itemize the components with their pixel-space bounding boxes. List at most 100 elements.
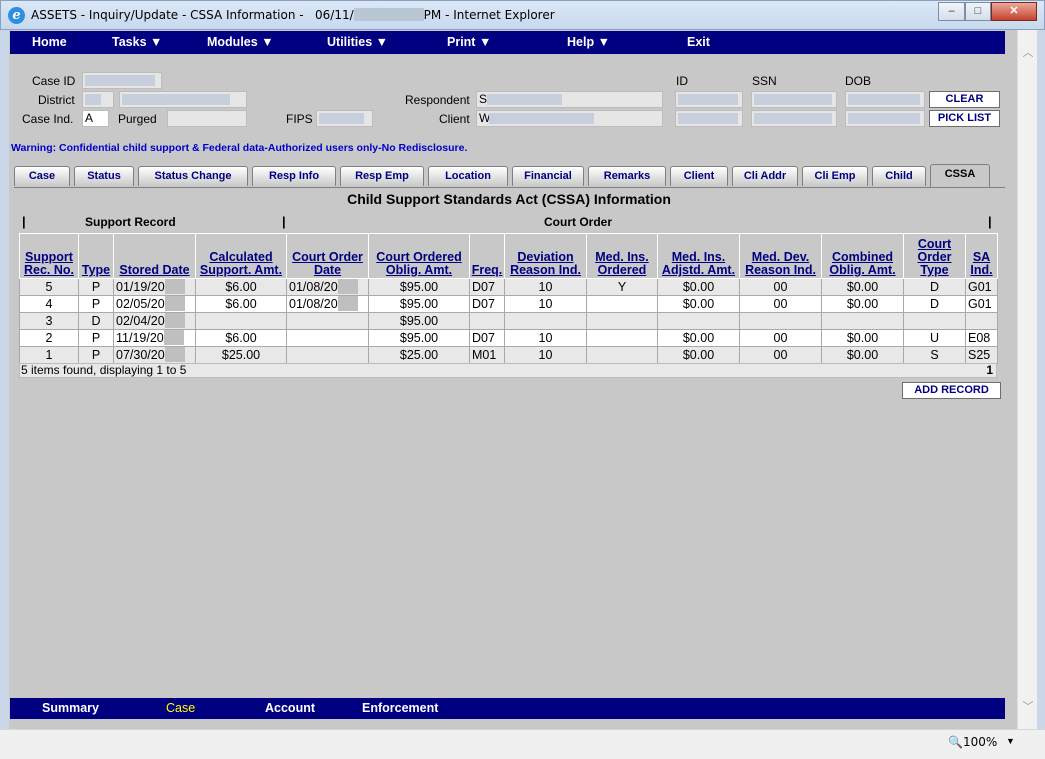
tab-case[interactable]: Case	[14, 166, 70, 186]
tab-cssa[interactable]: CSSA	[930, 164, 990, 188]
tab-financial[interactable]: Financial	[512, 166, 584, 186]
clear-button[interactable]: CLEAR	[929, 91, 1000, 108]
nav-exit[interactable]: Exit	[687, 35, 710, 49]
scroll-up-icon[interactable]: ︿	[1022, 44, 1034, 59]
respondent-ssn-field[interactable]	[751, 91, 837, 108]
table-cell: 07/30/20	[113, 346, 196, 364]
minimize-button[interactable]: –	[938, 2, 965, 21]
nav-print[interactable]: Print ▼	[447, 35, 491, 49]
client-id-field[interactable]	[675, 110, 743, 127]
fips-label: FIPS	[286, 112, 313, 126]
window-right-border	[1037, 30, 1045, 729]
pick-list-button[interactable]: PICK LIST	[929, 110, 1000, 127]
column-header[interactable]: Court Order Type	[903, 233, 966, 279]
column-header[interactable]: Deviation Reason Ind.	[504, 233, 587, 279]
bottom-navigation-bar: Summary Case Account Enforcement	[10, 698, 1005, 719]
table-cell: 4	[19, 295, 79, 313]
table-row[interactable]: 3 D 02/04/20 $95.00	[19, 312, 998, 330]
tab-status[interactable]: Status	[74, 166, 134, 186]
page-title: Child Support Standards Act (CSSA) Infor…	[347, 191, 671, 207]
nav-home[interactable]: Home	[32, 35, 67, 49]
respondent-label: Respondent	[405, 93, 470, 107]
page-number[interactable]: 1	[986, 364, 993, 377]
tab-client[interactable]: Client	[670, 166, 728, 186]
redacted-value	[848, 94, 920, 105]
tab-cli-emp[interactable]: Cli Emp	[802, 166, 868, 186]
nav-utilities[interactable]: Utilities ▼	[327, 35, 388, 49]
table-row[interactable]: 5 P 01/19/20 $6.00 01/08/20 $95.00 D07 1…	[19, 278, 998, 296]
column-header[interactable]: Stored Date	[113, 233, 196, 279]
table-cell	[586, 312, 658, 330]
column-header[interactable]: Med. Ins. Adjstd. Amt.	[657, 233, 740, 279]
column-header[interactable]: Type	[78, 233, 114, 279]
redacted-value	[678, 113, 738, 124]
caret-down-icon: ▼	[375, 35, 389, 49]
column-header[interactable]: Court Order Date	[286, 233, 369, 279]
vertical-scrollbar[interactable]: ︿ ﹀	[1017, 30, 1037, 729]
district-name-field[interactable]	[119, 91, 247, 108]
table-row[interactable]: 2 P 11/19/20 $6.00 $95.00 D07 10 $0.00 0…	[19, 329, 998, 347]
column-header[interactable]: Freq.	[469, 233, 505, 279]
nav-case[interactable]: Case	[166, 701, 195, 715]
ssn-label: SSN	[752, 74, 777, 88]
table-cell	[657, 312, 740, 330]
nav-account[interactable]: Account	[265, 701, 315, 715]
close-window-button[interactable]: ✕	[991, 2, 1037, 21]
case-ind-field[interactable]: A	[82, 110, 109, 127]
tab-resp-info[interactable]: Resp Info	[252, 166, 336, 186]
table-cell: $95.00	[368, 278, 470, 296]
table-cell	[903, 312, 966, 330]
zoom-control[interactable]: 🔍100%	[948, 735, 997, 749]
client-field[interactable]: W	[476, 110, 663, 127]
scroll-down-icon[interactable]: ﹀	[1022, 698, 1034, 713]
respondent-field[interactable]: S	[476, 91, 663, 108]
respondent-id-field[interactable]	[675, 91, 743, 108]
column-header[interactable]: Calculated Support. Amt.	[195, 233, 287, 279]
purged-field[interactable]	[167, 110, 247, 127]
table-cell: $0.00	[657, 278, 740, 296]
tab-status-change[interactable]: Status Change	[138, 166, 248, 186]
column-header[interactable]: SA Ind.	[965, 233, 998, 279]
table-row[interactable]: 1 P 07/30/20 $25.00 $25.00 M01 10 $0.00 …	[19, 346, 998, 364]
tab-remarks[interactable]: Remarks	[588, 166, 666, 186]
table-cell: D	[903, 295, 966, 313]
tab-divider	[14, 187, 1005, 188]
maximize-button[interactable]: □	[965, 2, 991, 21]
tab-location[interactable]: Location	[428, 166, 508, 186]
client-dob-field[interactable]	[845, 110, 925, 127]
case-id-field[interactable]	[82, 72, 162, 89]
fips-field[interactable]	[316, 110, 373, 127]
nav-enforcement[interactable]: Enforcement	[362, 701, 438, 715]
nav-help[interactable]: Help ▼	[567, 35, 610, 49]
table-cell	[286, 312, 369, 330]
table-cell: 10	[504, 278, 587, 296]
add-record-button[interactable]: ADD RECORD	[902, 382, 1001, 399]
column-header[interactable]: Med. Dev. Reason Ind.	[739, 233, 822, 279]
case-ind-label: Case Ind.	[22, 112, 74, 126]
redacted-value	[754, 94, 832, 105]
table-cell	[586, 329, 658, 347]
column-header[interactable]: Med. Ins. Ordered	[586, 233, 658, 279]
table-cell: $6.00	[195, 329, 287, 347]
nav-tasks[interactable]: Tasks ▼	[112, 35, 162, 49]
tab-cli-addr[interactable]: Cli Addr	[732, 166, 798, 186]
column-header[interactable]: Combined Oblig. Amt.	[821, 233, 904, 279]
page-content: Home Tasks ▼ Modules ▼ Utilities ▼ Print…	[9, 30, 1017, 729]
district-code-field[interactable]	[82, 91, 114, 108]
table-cell: D	[78, 312, 114, 330]
nav-summary[interactable]: Summary	[42, 701, 99, 715]
tab-child[interactable]: Child	[872, 166, 926, 186]
client-ssn-field[interactable]	[751, 110, 837, 127]
table-row[interactable]: 4 P 02/05/20 $6.00 01/08/20 $95.00 D07 1…	[19, 295, 998, 313]
table-cell: 00	[739, 295, 822, 313]
tab-resp-emp[interactable]: Resp Emp	[340, 166, 424, 186]
chevron-down-icon[interactable]: ▼	[1006, 736, 1015, 746]
table-cell: 02/05/20	[113, 295, 196, 313]
table-cell: 00	[739, 329, 822, 347]
respondent-dob-field[interactable]	[845, 91, 925, 108]
table-cell: 01/08/20	[286, 295, 369, 313]
table-cell: 3	[19, 312, 79, 330]
column-header[interactable]: Support Rec. No.	[19, 233, 79, 279]
column-header[interactable]: Court Ordered Oblig. Amt.	[368, 233, 470, 279]
nav-modules[interactable]: Modules ▼	[207, 35, 274, 49]
